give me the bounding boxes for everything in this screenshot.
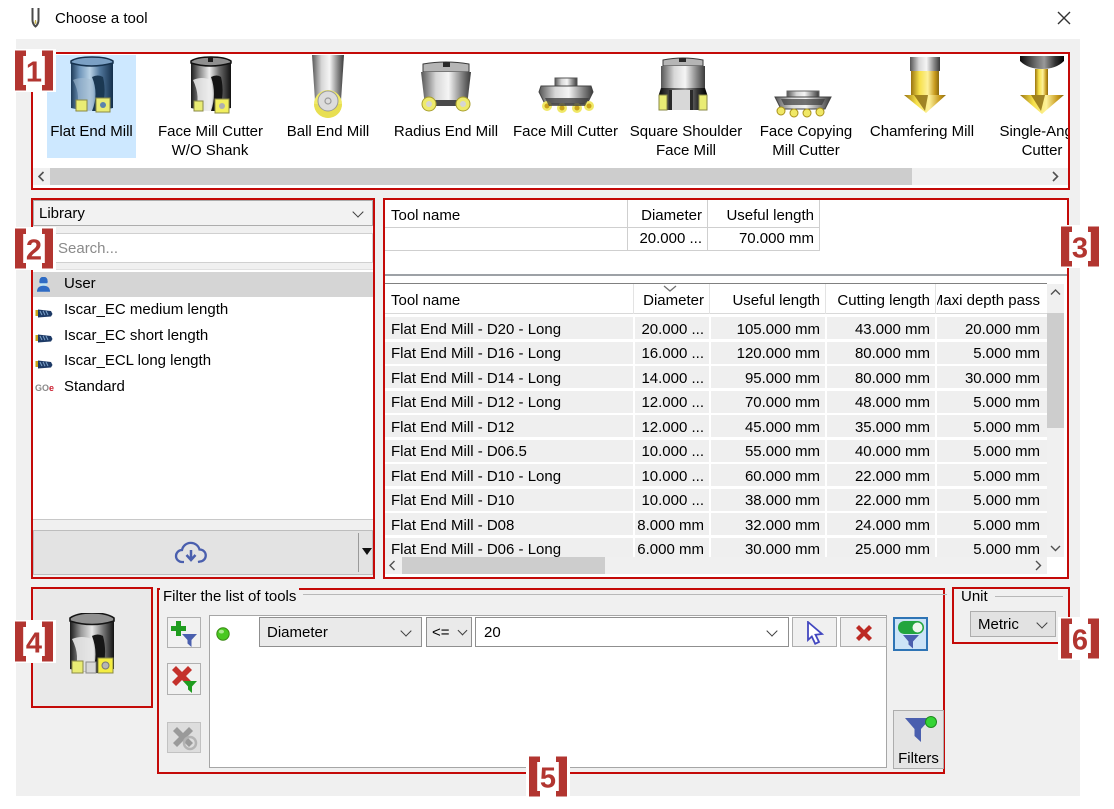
svg-text:6: 6 xyxy=(1072,625,1088,657)
svg-text:4: 4 xyxy=(26,628,42,660)
svg-text:5: 5 xyxy=(540,763,556,795)
svg-text:1: 1 xyxy=(26,57,42,89)
svg-text:2: 2 xyxy=(26,235,42,267)
svg-text:3: 3 xyxy=(1072,233,1088,265)
